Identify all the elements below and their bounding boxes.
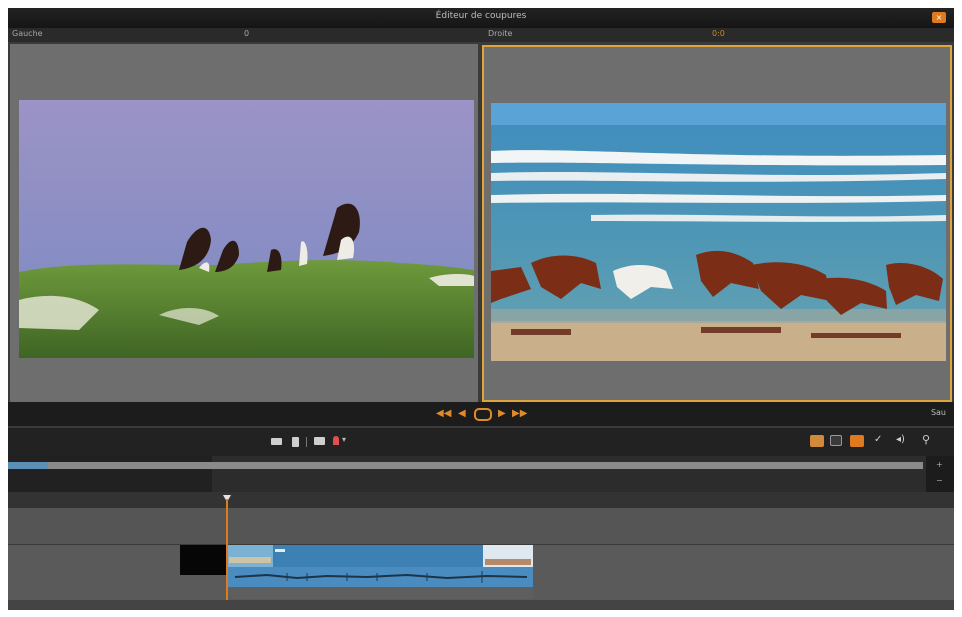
clip-thumbnail-strip bbox=[227, 545, 533, 599]
close-button[interactable]: × bbox=[932, 12, 946, 23]
monitor-label-strip: Gauche 0 Droite 0:0 bbox=[8, 28, 954, 42]
transport-bar: ◀◀ ◀ ▶ ▶▶ Sau bbox=[8, 402, 954, 426]
lock-icon[interactable] bbox=[850, 435, 864, 447]
scrub-progress bbox=[8, 462, 48, 469]
timeline-footer bbox=[8, 600, 954, 610]
zoom-in-icon[interactable]: + bbox=[936, 460, 943, 469]
marker-icon[interactable] bbox=[333, 436, 339, 445]
timeline-scrubber[interactable]: + − bbox=[8, 456, 954, 492]
left-monitor-marker: 0 bbox=[244, 29, 250, 38]
left-monitor[interactable] bbox=[10, 44, 478, 402]
marker-dropdown-icon[interactable]: ▾ bbox=[342, 435, 346, 444]
step-forward-icon[interactable]: ▶ bbox=[498, 408, 506, 420]
right-monitor-marker: 0:0 bbox=[712, 29, 725, 38]
timeline-clip[interactable] bbox=[227, 545, 533, 599]
snap-toggle[interactable] bbox=[810, 435, 824, 447]
step-back-icon[interactable]: ◀ bbox=[458, 408, 466, 420]
checkmark-icon[interactable]: ✓ bbox=[874, 434, 882, 445]
zoom-out-icon[interactable]: − bbox=[936, 476, 943, 485]
playhead-line[interactable] bbox=[226, 499, 228, 610]
scrub-track[interactable] bbox=[8, 462, 923, 469]
timeline-toolbar: ▾ ✓ ◂) ⚲ bbox=[8, 428, 954, 456]
prev-frame-icon[interactable]: ◀◀ bbox=[436, 408, 451, 420]
toolbar-divider bbox=[306, 437, 307, 447]
title-bar: Éditeur de coupures × bbox=[8, 8, 954, 28]
magnet-icon[interactable] bbox=[830, 435, 842, 446]
right-monitor-label: Droite bbox=[488, 29, 513, 38]
next-frame-icon[interactable]: ▶▶ bbox=[512, 408, 527, 420]
cut-editor-window: Éditeur de coupures × Gauche 0 Droite 0:… bbox=[8, 8, 954, 610]
left-monitor-label: Gauche bbox=[12, 29, 43, 38]
volume-icon[interactable]: ◂) bbox=[896, 434, 905, 445]
right-monitor[interactable] bbox=[482, 45, 952, 402]
video-track-1[interactable] bbox=[8, 508, 954, 544]
loop-icon[interactable] bbox=[474, 408, 492, 421]
search-icon[interactable]: ⚲ bbox=[922, 433, 930, 446]
transport-right-label: Sau bbox=[930, 408, 946, 417]
birds-preview-image bbox=[19, 100, 474, 358]
timeline-ruler[interactable] bbox=[8, 492, 954, 508]
film-icon[interactable] bbox=[271, 438, 282, 445]
trash-icon[interactable] bbox=[292, 437, 299, 447]
clip-icon[interactable] bbox=[314, 437, 325, 445]
window-title: Éditeur de coupures bbox=[435, 11, 527, 21]
horses-preview-image bbox=[491, 103, 946, 361]
black-clip[interactable] bbox=[180, 545, 227, 575]
zoom-control[interactable]: + − bbox=[926, 456, 954, 492]
